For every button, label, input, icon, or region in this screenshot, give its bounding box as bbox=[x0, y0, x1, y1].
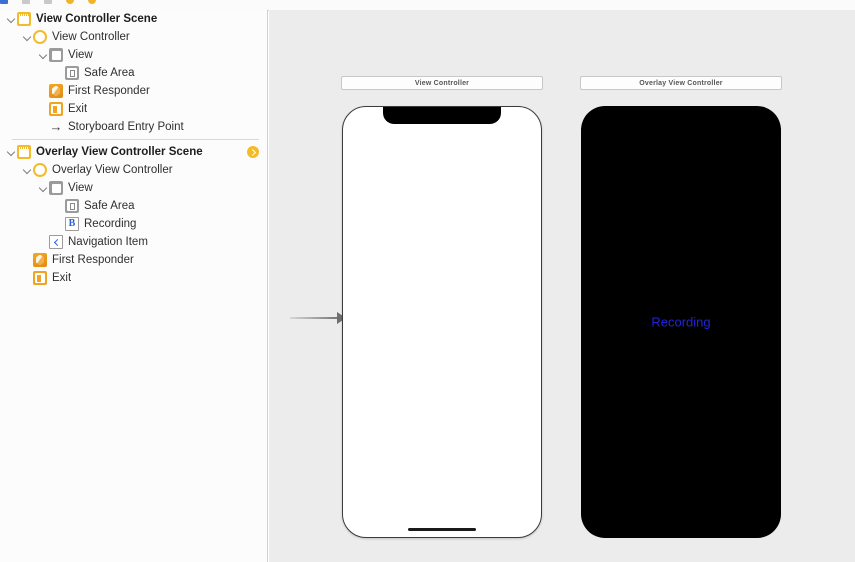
home-indicator bbox=[408, 527, 476, 531]
chevron-down-icon[interactable] bbox=[6, 10, 17, 28]
breadcrumb-item[interactable] bbox=[44, 0, 52, 4]
outline-row-view[interactable]: View bbox=[0, 46, 267, 64]
folder-icon bbox=[22, 0, 30, 4]
outline-row-overlay-first-responder[interactable]: First Responder bbox=[0, 251, 267, 269]
view-icon bbox=[49, 48, 63, 62]
outline-row-label: View Controller Scene bbox=[36, 13, 158, 25]
exit-icon bbox=[49, 102, 63, 116]
outline-row-overlay-exit[interactable]: Exit bbox=[0, 269, 267, 287]
outline-row-label: Overlay View Controller bbox=[52, 164, 173, 176]
outline-row-label: Recording bbox=[84, 218, 137, 230]
outline-row-label: Safe Area bbox=[84, 200, 135, 212]
outline-row-label: First Responder bbox=[68, 85, 150, 97]
chevron-down-icon[interactable] bbox=[22, 161, 33, 179]
view-controller-icon bbox=[33, 163, 47, 177]
navigation-item-icon bbox=[49, 235, 63, 249]
outline-row-overlay-safe-area[interactable]: Safe Area bbox=[0, 197, 267, 215]
outline-row-navigation-item[interactable]: Navigation Item bbox=[0, 233, 267, 251]
button-icon: B bbox=[65, 217, 79, 231]
first-responder-icon bbox=[33, 253, 47, 267]
breadcrumb-items bbox=[0, 0, 110, 9]
outline-row-overlay-view-controller-scene[interactable]: Overlay View Controller Scene bbox=[0, 143, 267, 161]
xcode-storyboard-window: View Controller Scene View Controller View… bbox=[0, 0, 855, 562]
chevron-down-icon[interactable] bbox=[38, 179, 49, 197]
outline-row-safe-area[interactable]: Safe Area bbox=[0, 64, 267, 82]
chevron-down-icon[interactable] bbox=[6, 143, 17, 161]
storyboard-canvas[interactable]: View Controller Overlay View Controller … bbox=[269, 10, 855, 562]
breadcrumb-item[interactable] bbox=[66, 0, 74, 4]
storyboard-scene-icon bbox=[17, 145, 31, 159]
safe-area-icon bbox=[65, 199, 79, 213]
outline-row-recording-button[interactable]: B Recording bbox=[0, 215, 267, 233]
project-icon bbox=[0, 0, 8, 4]
outline-row-label: Safe Area bbox=[84, 67, 135, 79]
segue-badge-icon[interactable] bbox=[247, 146, 259, 158]
exit-icon bbox=[33, 271, 47, 285]
first-responder-icon bbox=[49, 84, 63, 98]
outline-row-label: Overlay View Controller Scene bbox=[36, 146, 203, 158]
breadcrumb-item[interactable] bbox=[22, 0, 30, 4]
outline-row-label: Exit bbox=[68, 103, 88, 115]
outline-row-label: View bbox=[68, 182, 93, 194]
scene-icon bbox=[66, 0, 74, 4]
outline-row-exit[interactable]: Exit bbox=[0, 100, 267, 118]
device-preview-view-controller[interactable] bbox=[342, 106, 542, 538]
outline-row-label: Storyboard Entry Point bbox=[68, 121, 184, 133]
outline-separator bbox=[12, 139, 259, 140]
scene-title-overlay-view-controller[interactable]: Overlay View Controller bbox=[580, 76, 782, 90]
outline-row-view-controller-scene[interactable]: View Controller Scene bbox=[0, 10, 267, 28]
file-icon bbox=[44, 0, 52, 4]
outline-row-storyboard-entry-point[interactable]: → Storyboard Entry Point bbox=[0, 118, 267, 136]
segue-entry-arrow bbox=[290, 312, 346, 324]
outline-row-label: Navigation Item bbox=[68, 236, 148, 248]
storyboard-scene-icon bbox=[17, 12, 31, 26]
scene-title-view-controller[interactable]: View Controller bbox=[341, 76, 543, 90]
breadcrumb-item[interactable] bbox=[88, 0, 96, 4]
outline-row-label: First Responder bbox=[52, 254, 134, 266]
safe-area-icon bbox=[65, 66, 79, 80]
chevron-down-icon[interactable] bbox=[38, 46, 49, 64]
outline-row-label: View Controller bbox=[52, 31, 130, 43]
outline-row-label: Exit bbox=[52, 272, 72, 284]
arrow-shaft bbox=[290, 317, 337, 319]
view-controller-icon bbox=[33, 30, 47, 44]
outline-tree: View Controller Scene View Controller View… bbox=[0, 10, 267, 287]
document-outline-sidebar[interactable]: View Controller Scene View Controller View… bbox=[0, 10, 268, 562]
device-preview-overlay-view-controller[interactable]: Recording bbox=[581, 106, 781, 538]
device-notch bbox=[383, 107, 501, 124]
chevron-down-icon[interactable] bbox=[22, 28, 33, 46]
outline-row-overlay-view[interactable]: View bbox=[0, 179, 267, 197]
recording-button-label[interactable]: Recording bbox=[581, 315, 781, 330]
view-icon bbox=[49, 181, 63, 195]
entry-point-arrow-icon: → bbox=[49, 119, 63, 134]
outline-row-overlay-view-controller[interactable]: Overlay View Controller bbox=[0, 161, 267, 179]
outline-row-first-responder[interactable]: First Responder bbox=[0, 82, 267, 100]
outline-row-label: View bbox=[68, 49, 93, 61]
scene-icon bbox=[88, 0, 96, 4]
outline-row-view-controller[interactable]: View Controller bbox=[0, 28, 267, 46]
breadcrumb-item[interactable] bbox=[0, 0, 8, 4]
